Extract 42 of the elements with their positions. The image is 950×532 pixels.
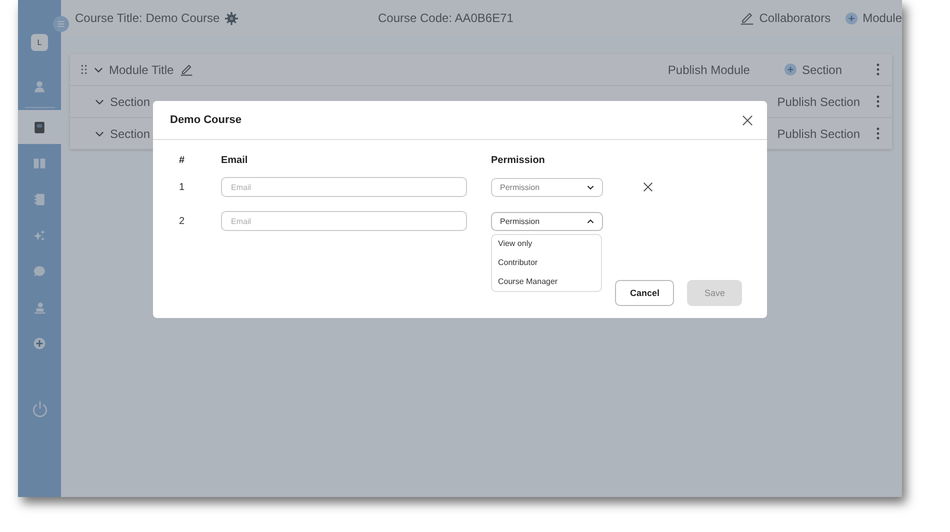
- column-header: Permission: [491, 154, 546, 166]
- chevron-up-icon: [587, 218, 594, 224]
- more-options-icon[interactable]: [876, 95, 880, 108]
- plus-circle-icon: [784, 63, 797, 76]
- section-title: Section: [110, 126, 150, 140]
- column-header: Email: [221, 154, 249, 166]
- more-options-icon[interactable]: [876, 63, 880, 76]
- permission-option[interactable]: Contributor: [498, 256, 595, 268]
- publish-section-button[interactable]: Publish Section: [777, 94, 860, 108]
- email-field[interactable]: Email: [221, 211, 467, 231]
- drag-handle-icon[interactable]: [80, 64, 88, 75]
- permission-option[interactable]: Course Manager: [498, 276, 595, 288]
- email-field[interactable]: Email: [221, 177, 467, 197]
- chevron-down-icon[interactable]: [95, 130, 104, 136]
- dialog-title: Demo Course: [170, 114, 242, 126]
- row-number: 2: [179, 216, 186, 226]
- book-icon[interactable]: [18, 110, 61, 144]
- permission-select[interactable]: Permission: [491, 178, 603, 196]
- course-code: Course Code: AA0B6E71: [378, 11, 514, 25]
- chevron-down-icon[interactable]: [95, 98, 104, 104]
- publish-section-button[interactable]: Publish Section: [777, 126, 860, 140]
- avatar[interactable]: L: [31, 34, 48, 51]
- pencil-icon[interactable]: [180, 63, 193, 76]
- module-title: Module Title: [109, 62, 174, 76]
- close-icon[interactable]: [643, 182, 653, 192]
- settings-icon[interactable]: [224, 12, 238, 24]
- add-section-button[interactable]: Section: [784, 62, 842, 76]
- close-icon[interactable]: [742, 114, 753, 126]
- add-module-button[interactable]: Module: [844, 11, 902, 25]
- permission-option[interactable]: View only: [498, 238, 595, 250]
- collaborators-button[interactable]: Collaborators: [740, 11, 831, 25]
- chevron-down-icon[interactable]: [94, 66, 103, 72]
- pencil-icon: [740, 11, 754, 25]
- section-title: Section: [110, 94, 150, 108]
- chevron-down-icon: [587, 184, 594, 190]
- column-header: #: [179, 154, 186, 166]
- publish-module-button[interactable]: Publish Module: [668, 62, 750, 76]
- row-number: 1: [179, 182, 186, 192]
- course-title: Course Title: Demo Course: [75, 11, 220, 25]
- cancel-button[interactable]: Cancel: [614, 280, 674, 306]
- plus-circle-icon: [844, 12, 858, 24]
- more-options-icon[interactable]: [876, 127, 880, 140]
